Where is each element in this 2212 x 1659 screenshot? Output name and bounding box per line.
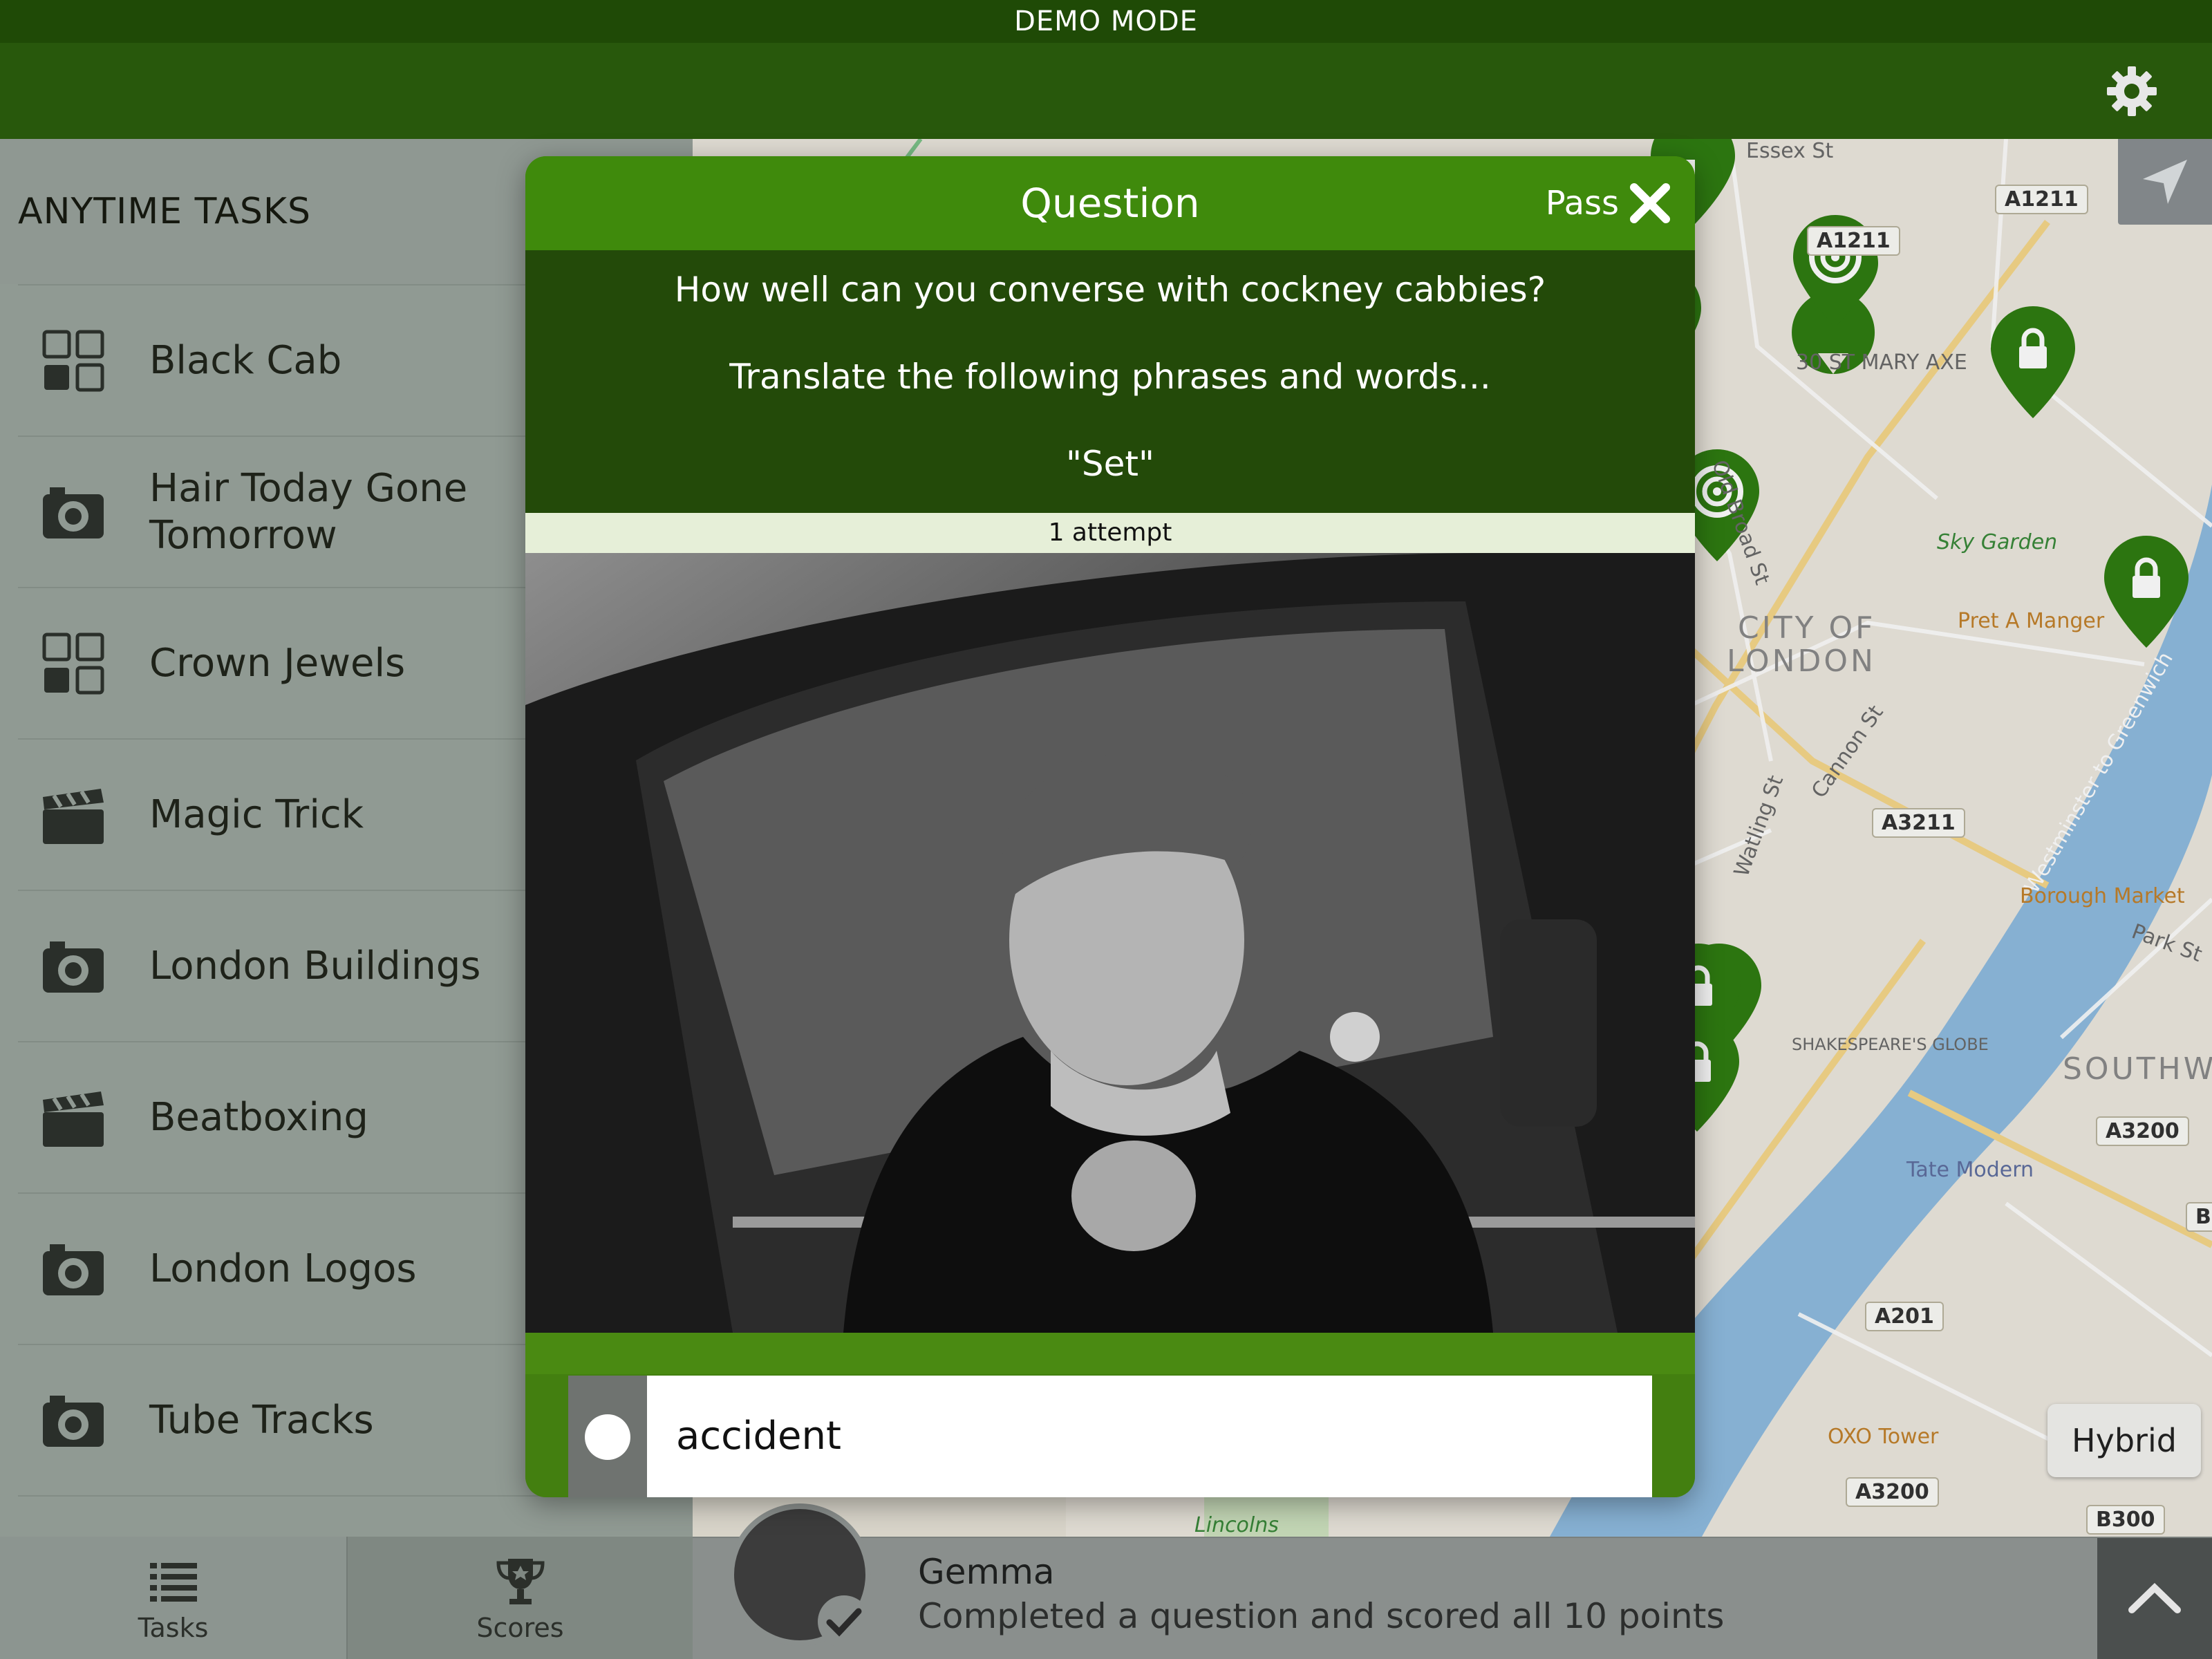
camera-icon xyxy=(43,1244,104,1295)
camera-icon xyxy=(43,1395,104,1447)
close-icon xyxy=(1630,183,1670,223)
task-label: Crown Jewels xyxy=(149,640,406,686)
answer-option-label: accident xyxy=(647,1376,1652,1497)
attempt-counter: 1 attempt xyxy=(525,513,1695,553)
answer-radio[interactable] xyxy=(585,1414,630,1460)
clapperboard-icon xyxy=(43,788,104,844)
clapperboard-icon xyxy=(43,1091,104,1147)
gear-icon[interactable] xyxy=(2104,64,2159,119)
demo-mode-banner: DEMO MODE xyxy=(0,0,2212,43)
activity-message: Completed a question and scored all 10 p… xyxy=(918,1596,1725,1636)
task-label: Black Cab xyxy=(149,337,342,383)
tab-label: Scores xyxy=(476,1612,564,1643)
question-modal: Question Pass How well can you converse … xyxy=(525,156,1695,1497)
check-badge-icon xyxy=(818,1595,870,1648)
tab-label: Tasks xyxy=(138,1612,209,1643)
expand-feed-button[interactable] xyxy=(2097,1538,2212,1659)
list-icon xyxy=(149,1562,197,1602)
pass-button[interactable]: Pass xyxy=(1546,177,1674,229)
activity-feed-bar[interactable]: Gemma Completed a question and scored al… xyxy=(693,1503,2212,1659)
bottom-tab-bar: Tasks Scores xyxy=(0,1537,693,1659)
activity-user-name: Gemma xyxy=(918,1552,1055,1592)
question-line: How well can you converse with cockney c… xyxy=(674,270,1546,310)
tab-tasks[interactable]: Tasks xyxy=(0,1537,346,1659)
question-text-box: How well can you converse with cockney c… xyxy=(525,250,1695,513)
question-line: Translate the following phrases and word… xyxy=(729,357,1491,397)
task-item-partial[interactable] xyxy=(18,1495,693,1523)
question-line: "Set" xyxy=(1065,444,1155,484)
task-label: Hair Today Gone Tomorrow xyxy=(149,465,468,558)
answer-area: accident xyxy=(525,1333,1695,1497)
multiple-choice-icon xyxy=(42,632,104,694)
task-label: London Buildings xyxy=(149,943,481,988)
modal-header: Question Pass xyxy=(525,156,1695,250)
pass-label: Pass xyxy=(1545,184,1619,223)
cab-driver-photo xyxy=(525,553,1695,1333)
app-toolbar xyxy=(0,43,2212,139)
chevron-up-icon xyxy=(2128,1583,2181,1613)
camera-icon xyxy=(43,487,104,538)
camera-icon xyxy=(43,941,104,993)
task-label: Magic Trick xyxy=(149,791,364,837)
answer-radio-cell xyxy=(568,1376,647,1497)
modal-title: Question xyxy=(1020,180,1200,227)
task-label: London Logos xyxy=(149,1246,417,1291)
task-label: Tube Tracks xyxy=(149,1397,374,1443)
tab-scores[interactable]: Scores xyxy=(346,1537,693,1659)
task-label: Beatboxing xyxy=(149,1094,368,1140)
demo-mode-label: DEMO MODE xyxy=(1014,6,1198,37)
answer-option[interactable]: accident xyxy=(568,1376,1652,1497)
multiple-choice-icon xyxy=(42,330,104,391)
question-photo xyxy=(525,553,1695,1333)
trophy-icon xyxy=(496,1558,545,1604)
